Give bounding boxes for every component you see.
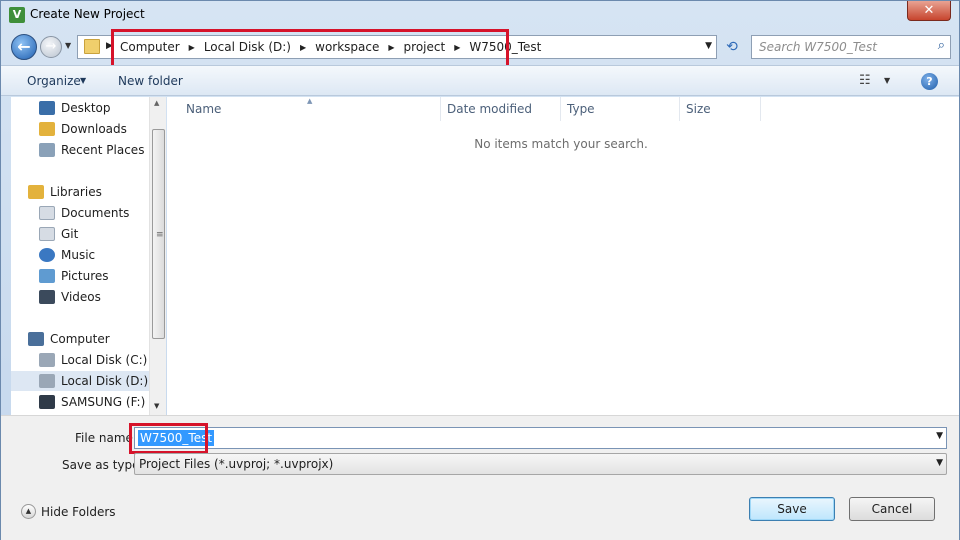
sidebar-item-desktop[interactable]: Desktop xyxy=(39,98,165,118)
drive-c-icon xyxy=(39,353,55,367)
grip-icon: ≡ xyxy=(156,230,164,240)
sidebar-item-downloads[interactable]: Downloads xyxy=(39,119,165,139)
sidebar-item-label: Documents xyxy=(61,206,130,220)
navigation-pane: Desktop Downloads Recent Places Librarie… xyxy=(11,97,166,415)
hide-folders-button[interactable]: ▲ Hide Folders xyxy=(21,504,116,519)
sidebar-item-label: Music xyxy=(61,248,96,262)
window-title: Create New Project xyxy=(30,7,145,21)
drive-d-icon xyxy=(39,374,55,388)
sidebar-item-computer[interactable]: Computer xyxy=(28,329,165,349)
search-placeholder: Search W7500_Test xyxy=(759,40,877,54)
column-divider[interactable] xyxy=(760,97,761,121)
sidebar-item-label: Videos xyxy=(61,290,101,304)
file-name-input[interactable]: W7500_Test ▼ xyxy=(134,427,947,449)
address-highlight-box xyxy=(111,29,509,69)
view-options-icon[interactable]: ☷ xyxy=(859,73,871,88)
column-header-date-modified[interactable]: Date modified xyxy=(447,102,532,116)
sidebar-item-git[interactable]: Git xyxy=(39,224,165,244)
sidebar-item-label: Computer xyxy=(50,332,110,346)
column-divider[interactable] xyxy=(440,97,441,121)
hide-folders-label: Hide Folders xyxy=(41,504,116,519)
drive-f-icon xyxy=(39,395,55,409)
save-form: File name: W7500_Test ▼ Save as type: Pr… xyxy=(1,415,959,540)
desktop-icon xyxy=(39,101,55,115)
scroll-down-icon[interactable]: ▼ xyxy=(154,402,159,410)
back-button[interactable]: ← xyxy=(11,34,37,60)
sidebar-item-videos[interactable]: Videos xyxy=(39,287,165,307)
column-header-size[interactable]: Size xyxy=(686,102,711,116)
pictures-icon xyxy=(39,269,55,283)
close-button[interactable]: ✕ xyxy=(907,1,951,21)
command-toolbar: Organize ▼ New folder ☷ ▼ ? xyxy=(1,65,959,96)
search-input[interactable]: Search W7500_Test ⌕ xyxy=(751,35,951,59)
sort-ascending-icon: ▲ xyxy=(307,97,313,105)
file-name-highlight-box xyxy=(129,423,208,454)
save-as-type-select[interactable]: Project Files (*.uvproj; *.uvprojx) ▼ xyxy=(134,453,947,475)
sidebar-item-label: Desktop xyxy=(61,101,111,115)
chevron-down-icon[interactable]: ▼ xyxy=(884,76,890,85)
sidebar-item-libraries[interactable]: Libraries xyxy=(28,182,165,202)
sidebar-item-label: Recent Places xyxy=(61,143,145,157)
column-divider[interactable] xyxy=(679,97,680,121)
sidebar-item-label: SAMSUNG (F:) xyxy=(61,395,146,409)
title-bar: V Create New Project ✕ xyxy=(1,1,959,29)
sidebar-item-music[interactable]: Music xyxy=(39,245,165,265)
address-dropdown-icon[interactable]: ▼ xyxy=(705,41,712,51)
app-icon: V xyxy=(9,7,25,23)
refresh-icon[interactable]: ⟲ xyxy=(721,36,743,58)
new-folder-button[interactable]: New folder xyxy=(118,74,183,88)
sidebar-item-label: Git xyxy=(61,227,79,241)
column-header-type[interactable]: Type xyxy=(567,102,595,116)
videos-icon xyxy=(39,290,55,304)
recent-places-icon xyxy=(39,143,55,157)
scrollbar-thumb[interactable]: ≡ xyxy=(152,129,165,339)
chevron-down-icon[interactable]: ▼ xyxy=(936,431,943,441)
file-list: ▲ Name Date modified Type Size No items … xyxy=(167,97,959,415)
downloads-icon xyxy=(39,122,55,136)
file-name-label: File name: xyxy=(75,431,137,445)
column-divider[interactable] xyxy=(560,97,561,121)
libraries-icon xyxy=(28,185,44,199)
sidebar-item-label: Downloads xyxy=(61,122,127,136)
git-icon xyxy=(39,227,55,241)
empty-message: No items match your search. xyxy=(474,137,648,151)
help-icon[interactable]: ? xyxy=(921,73,938,90)
music-icon xyxy=(39,248,55,262)
save-as-type-label: Save as type: xyxy=(62,458,144,472)
recent-locations-dropdown-icon[interactable]: ▼ xyxy=(65,41,71,50)
sidebar-item-samsung-f[interactable]: SAMSUNG (F:) xyxy=(39,392,165,412)
chevron-down-icon[interactable]: ▼ xyxy=(936,458,943,468)
search-icon[interactable]: ⌕ xyxy=(938,38,945,53)
chevron-down-icon[interactable]: ▼ xyxy=(80,76,86,85)
column-header-name[interactable]: Name xyxy=(186,102,221,116)
computer-icon xyxy=(28,332,44,346)
sidebar-item-pictures[interactable]: Pictures xyxy=(39,266,165,286)
sidebar-item-label: Pictures xyxy=(61,269,109,283)
documents-icon xyxy=(39,206,55,220)
sidebar-item-label: Libraries xyxy=(50,185,102,199)
dialog-window: V Create New Project ✕ ← → ▼ ▶ Computer … xyxy=(0,0,960,540)
organize-button[interactable]: Organize xyxy=(27,74,81,88)
sidebar-item-label: Local Disk (D:) xyxy=(61,374,149,388)
sidebar-item-local-disk-d[interactable]: Local Disk (D:) xyxy=(11,371,149,391)
sidebar-item-recent-places[interactable]: Recent Places xyxy=(39,140,165,160)
sidebar-item-documents[interactable]: Documents xyxy=(39,203,165,223)
sidebar-scrollbar[interactable]: ▲ ≡ ▼ xyxy=(149,97,166,415)
cancel-button[interactable]: Cancel xyxy=(849,497,935,521)
forward-button[interactable]: → xyxy=(40,36,62,58)
save-as-type-value: Project Files (*.uvproj; *.uvprojx) xyxy=(139,457,334,471)
save-button[interactable]: Save xyxy=(749,497,835,521)
scroll-up-icon[interactable]: ▲ xyxy=(154,99,159,107)
folder-icon xyxy=(84,39,100,54)
chevron-up-icon[interactable]: ▲ xyxy=(21,504,36,519)
sidebar-item-local-disk-c[interactable]: Local Disk (C:) xyxy=(39,350,165,370)
sidebar-item-label: Local Disk (C:) xyxy=(61,353,148,367)
